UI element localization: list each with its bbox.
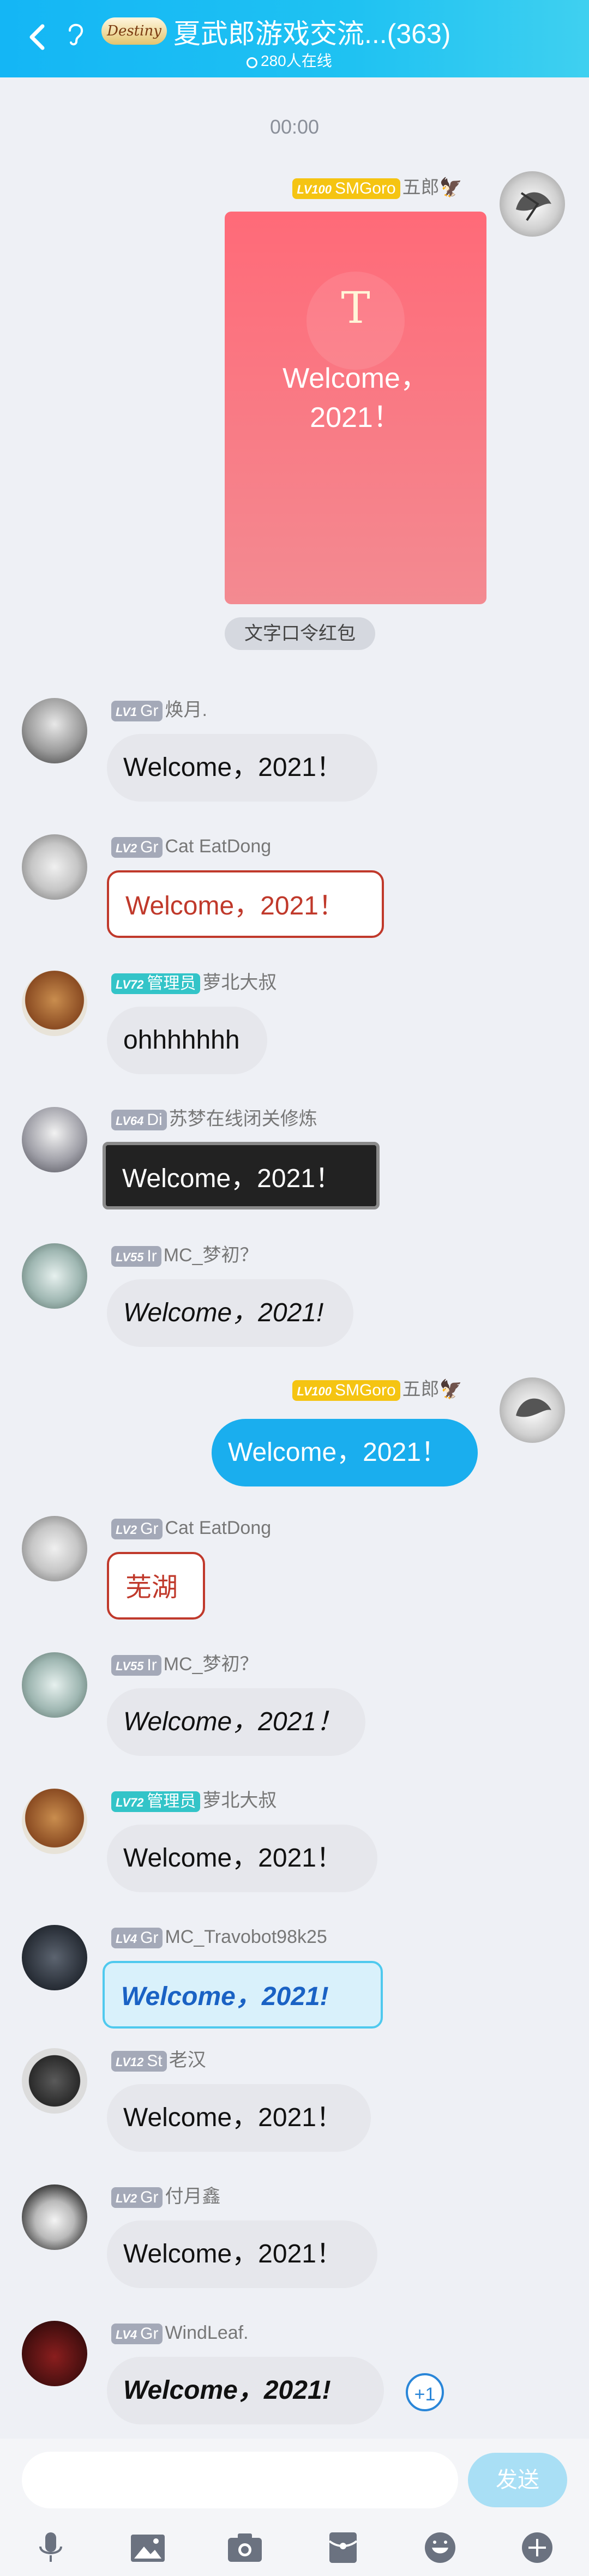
red-packet-icon[interactable] — [324, 2531, 362, 2564]
sender-info: LV100 SMGoro 五郎🦅 — [292, 176, 462, 200]
level-badge: LV55 Ir — [111, 1246, 161, 1267]
sender-name: MC_梦初？ — [163, 1245, 259, 1266]
sender-name: 五郎 — [402, 177, 440, 198]
level-badge: LV55 Ir — [111, 1655, 161, 1676]
timestamp: 00:00 — [269, 116, 320, 138]
avatar[interactable] — [22, 1516, 87, 1581]
avatar[interactable] — [22, 1789, 87, 1854]
sender-info: LV2 Gr Cat EatDong — [111, 834, 271, 858]
avatar[interactable] — [22, 1243, 87, 1309]
eagle-icon: 🦅 — [439, 1379, 462, 1400]
red-packet-line1: Welcome， — [283, 363, 429, 394]
sender-name: 苏梦在线闭关修炼 — [169, 1109, 317, 1129]
message-bubble[interactable]: Welcome，2021！ — [212, 1419, 478, 1486]
level-badge: LV100 SMGoro — [292, 178, 400, 200]
sender-name: 萝北大叔 — [202, 972, 277, 993]
sender-info: LV100 SMGoro 五郎🦅 — [292, 1377, 462, 1401]
online-icon — [247, 57, 257, 68]
message-bubble[interactable]: Welcome，2021！ — [107, 2084, 371, 2152]
eagle-icon: 🦅 — [439, 177, 462, 198]
online-text: 280人在线 — [261, 52, 332, 69]
level-badge: LV2 Gr — [111, 1519, 163, 1540]
sender-info: LV2 Gr Cat EatDong — [111, 1516, 271, 1540]
plus-icon[interactable] — [518, 2531, 556, 2564]
avatar[interactable] — [22, 698, 87, 763]
online-count: 280人在线 — [247, 49, 332, 71]
sender-name: 付月鑫 — [165, 2186, 221, 2207]
avatar[interactable] — [22, 2184, 87, 2250]
avatar[interactable] — [22, 1107, 87, 1172]
sender-name: 萝北大叔 — [202, 1790, 277, 1811]
level-badge: LV2 Gr — [111, 837, 163, 858]
message-bubble[interactable]: Welcome，2021！ — [107, 1688, 365, 1756]
avatar[interactable] — [22, 1652, 87, 1718]
sender-info: LV4 Gr MC_Travobot98k25 — [111, 1925, 327, 1949]
back-arrow-icon[interactable] — [22, 21, 55, 53]
message-bubble[interactable]: ohhhhhhh — [107, 1007, 267, 1074]
level-badge: LV72 管理员 — [111, 1791, 201, 1813]
red-packet-icon: T — [341, 282, 370, 333]
sender-name: MC_Travobot98k25 — [165, 1927, 327, 1947]
level-badge: LV1 Gr — [111, 701, 163, 722]
avatar[interactable] — [500, 1377, 565, 1443]
message-input[interactable] — [22, 2452, 458, 2508]
camera-icon[interactable] — [226, 2531, 264, 2564]
avatar[interactable] — [500, 171, 565, 237]
avatar[interactable] — [22, 971, 87, 1036]
sender-info: LV2 Gr 付月鑫 — [111, 2184, 220, 2208]
message-bubble[interactable]: Welcome，2021！ — [107, 1825, 377, 1892]
send-button[interactable]: 发送 — [468, 2453, 567, 2507]
level-badge: LV4 Gr — [111, 2324, 163, 2345]
image-icon[interactable] — [129, 2531, 167, 2564]
sender-name: 五郎 — [402, 1379, 440, 1400]
sender-name: 焕月. — [165, 700, 207, 720]
red-packet-line2: 2021！ — [310, 402, 401, 434]
message-bubble[interactable]: Welcome，2021！ — [107, 2220, 377, 2288]
sender-name: 老汉 — [169, 2050, 206, 2071]
ear-icon[interactable] — [64, 20, 86, 47]
group-title[interactable]: 夏武郎游戏交流...(363) — [173, 12, 450, 51]
emoji-icon[interactable] — [421, 2531, 459, 2564]
message-bubble[interactable]: Welcome，2021！ — [107, 870, 384, 938]
microphone-icon[interactable] — [32, 2531, 70, 2564]
red-packet-message: Welcome， 2021！ — [225, 359, 486, 437]
sender-info: LV72 管理员 萝北大叔 — [111, 1789, 277, 1813]
sender-info: LV72 管理员 萝北大叔 — [111, 971, 277, 995]
message-bubble[interactable]: Welcome，2021! — [103, 1961, 383, 2029]
sender-name: WindLeaf. — [165, 2322, 249, 2343]
sender-name: MC_梦初？ — [163, 1654, 259, 1675]
avatar[interactable] — [22, 1925, 87, 1990]
level-badge: LV100 SMGoro — [292, 1380, 400, 1401]
avatar[interactable] — [22, 2048, 87, 2114]
avatar[interactable] — [22, 2321, 87, 2386]
sender-info: LV55 Ir MC_梦初？ — [111, 1243, 259, 1267]
sender-info: LV64 Di 苏梦在线闭关修炼 — [111, 1107, 317, 1131]
red-packet[interactable]: T Welcome， 2021！ — [225, 212, 486, 604]
sender-info: LV12 St 老汉 — [111, 2048, 206, 2072]
level-badge: LV12 St — [111, 2051, 167, 2072]
chat-header: Destiny 夏武郎游戏交流...(363) 280人在线 — [0, 0, 589, 77]
level-badge: LV4 Gr — [111, 1928, 163, 1949]
group-logo: Destiny — [101, 17, 167, 45]
sender-info: LV1 Gr 焕月. — [111, 698, 207, 722]
message-bubble[interactable]: Welcome，2021! — [107, 2357, 384, 2424]
level-badge: LV64 Di — [111, 1110, 167, 1131]
message-bubble[interactable]: Welcome，2021！ — [103, 1142, 380, 1209]
sender-name: Cat EatDong — [165, 836, 272, 857]
plus-one-button[interactable]: +1 — [406, 2373, 444, 2411]
level-badge: LV72 管理员 — [111, 973, 201, 995]
sender-info: LV55 Ir MC_梦初？ — [111, 1652, 259, 1676]
message-bubble[interactable]: 芜湖 — [107, 1552, 205, 1620]
message-bubble[interactable]: Welcome，2021! — [107, 1279, 353, 1347]
avatar[interactable] — [22, 834, 87, 900]
message-bubble[interactable]: Welcome，2021！ — [107, 734, 377, 802]
input-bar: 发送 — [0, 2439, 589, 2576]
red-packet-type-label: 文字口令红包 — [225, 617, 375, 650]
sender-name: Cat EatDong — [165, 1518, 272, 1538]
level-badge: LV2 Gr — [111, 2187, 163, 2208]
sender-info: LV4 Gr WindLeaf. — [111, 2321, 249, 2345]
